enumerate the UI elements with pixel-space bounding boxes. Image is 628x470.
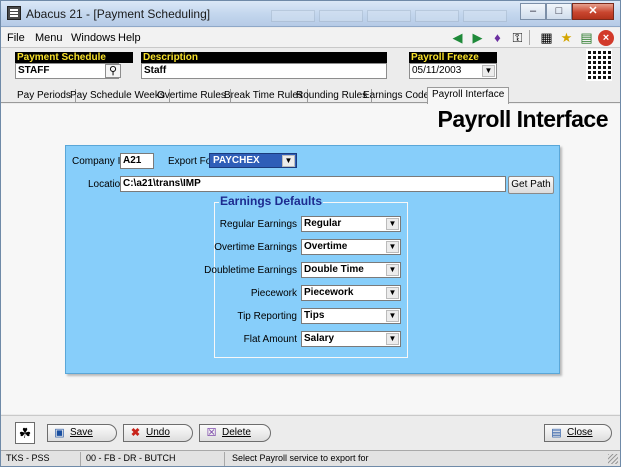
- tip-reporting-value: Tips: [304, 310, 325, 321]
- tab-payroll-interface[interactable]: Payroll Interface: [427, 87, 510, 104]
- flat-amount-value: Salary: [304, 333, 335, 344]
- search-icon[interactable]: ⚲: [105, 64, 121, 78]
- close-button[interactable]: ▤ Close: [544, 424, 612, 442]
- regular-earnings-select[interactable]: Regular ▼: [301, 216, 401, 232]
- menu-bar: File Menu Windows Help ◀ ▶ ♦ ⚿ ▦ ★ ▤ ×: [1, 28, 620, 48]
- company-logo-icon: [586, 49, 612, 81]
- overtime-earnings-select[interactable]: Overtime ▼: [301, 239, 401, 255]
- page-title: Payroll Interface: [437, 106, 609, 132]
- regular-earnings-label: Regular Earnings: [219, 219, 297, 230]
- tab-strip: Pay Periods Pay Schedule Weeks Overtime …: [1, 87, 620, 104]
- menu-windows[interactable]: Windows: [71, 32, 116, 44]
- chevron-down-icon[interactable]: ▼: [386, 218, 399, 230]
- overtime-earnings-value: Overtime: [304, 241, 348, 252]
- doubletime-earnings-label: Doubletime Earnings: [204, 265, 297, 276]
- status-user: 00 - FB - DR - BUTCH: [83, 452, 225, 466]
- overtime-earnings-label: Overtime Earnings: [214, 242, 297, 253]
- chevron-down-icon[interactable]: ▼: [386, 287, 399, 299]
- status-bar: TKS - PSS 00 - FB - DR - BUTCH Select Pa…: [1, 450, 620, 466]
- schedule-code-label: Payment Schedule Code: [15, 52, 133, 74]
- toolbar: ◀ ▶ ♦ ⚿ ▦ ★ ▤ ×: [449, 29, 614, 46]
- resize-grip[interactable]: [608, 454, 618, 464]
- freeze-date-value: 05/11/2003: [412, 65, 462, 76]
- menu-menu[interactable]: Menu: [35, 32, 63, 44]
- undo-button[interactable]: ✖ Undo: [123, 424, 193, 442]
- piecework-select[interactable]: Piecework ▼: [301, 285, 401, 301]
- save-label: Save: [70, 427, 93, 438]
- save-icon: ▣: [54, 427, 65, 439]
- undo-label: Undo: [146, 427, 170, 438]
- runner-icon[interactable]: ★: [558, 29, 575, 46]
- books-icon[interactable]: ♦: [489, 29, 506, 46]
- navigator-icon[interactable]: ☘: [15, 422, 35, 444]
- tip-reporting-label: Tip Reporting: [237, 311, 297, 322]
- status-app: TKS - PSS: [3, 452, 81, 466]
- chevron-down-icon[interactable]: ▼: [386, 333, 399, 345]
- schedule-header: Payment Schedule Code STAFF ⚲ Descriptio…: [1, 49, 620, 85]
- export-for-select[interactable]: PAYCHEX ▼: [209, 153, 297, 168]
- title-bar: Abacus 21 - [Payment Scheduling] – □ ✕: [1, 1, 620, 27]
- chevron-down-icon[interactable]: ▼: [386, 310, 399, 322]
- action-bar: ☘ ▣ Save ✖ Undo ☒ Delete ▤ Close: [1, 415, 620, 449]
- payroll-interface-panel: Company ID A21 Export For PAYCHEX ▼ Loca…: [65, 145, 560, 374]
- background-taskbar-tabs: [271, 10, 507, 22]
- tab-content: Payroll Interface Company ID A21 Export …: [1, 104, 620, 414]
- close-window-button[interactable]: ✕: [572, 3, 614, 20]
- key-icon[interactable]: ⚿: [509, 29, 526, 46]
- piecework-label: Piecework: [250, 288, 297, 299]
- flat-amount-select[interactable]: Salary ▼: [301, 331, 401, 347]
- freeze-date-field[interactable]: 05/11/2003 ▼: [409, 63, 497, 79]
- chevron-down-icon[interactable]: ▼: [386, 264, 399, 276]
- menu-file[interactable]: File: [7, 32, 25, 44]
- delete-icon: ☒: [206, 427, 217, 439]
- company-id-field[interactable]: A21: [120, 153, 154, 169]
- delete-button[interactable]: ☒ Delete: [199, 424, 271, 442]
- undo-icon: ✖: [130, 427, 141, 439]
- export-for-label: Export For: [168, 156, 215, 167]
- schedule-code-field[interactable]: STAFF: [15, 63, 119, 79]
- tip-reporting-select[interactable]: Tips ▼: [301, 308, 401, 324]
- chevron-down-icon[interactable]: ▼: [482, 65, 495, 77]
- doubletime-earnings-select[interactable]: Double Time ▼: [301, 262, 401, 278]
- stop-icon[interactable]: ×: [598, 30, 614, 46]
- maximize-button[interactable]: □: [546, 3, 572, 20]
- flat-amount-label: Flat Amount: [243, 334, 297, 345]
- description-label: Description: [141, 52, 387, 63]
- status-message: Select Payroll service to export for: [232, 453, 369, 463]
- regular-earnings-value: Regular: [304, 218, 342, 229]
- doubletime-earnings-value: Double Time: [304, 264, 364, 275]
- app-icon: [7, 6, 21, 20]
- delete-label: Delete: [222, 427, 251, 438]
- app-window: Abacus 21 - [Payment Scheduling] – □ ✕ F…: [0, 0, 621, 467]
- calculator-icon[interactable]: ▦: [538, 29, 555, 46]
- save-button[interactable]: ▣ Save: [47, 424, 117, 442]
- menu-help[interactable]: Help: [118, 32, 141, 44]
- freeze-date-label: Payroll Freeze Date: [409, 52, 497, 74]
- description-field[interactable]: Staff: [141, 63, 387, 79]
- window-controls: – □ ✕: [520, 3, 614, 20]
- chevron-down-icon[interactable]: ▼: [282, 155, 295, 167]
- window-title: Abacus 21 - [Payment Scheduling]: [26, 7, 211, 21]
- forward-arrow-icon[interactable]: ▶: [469, 29, 486, 46]
- earnings-defaults-group: Earnings Defaults Regular Earnings Regul…: [204, 194, 408, 358]
- back-arrow-icon[interactable]: ◀: [449, 29, 466, 46]
- get-path-button[interactable]: Get Path: [508, 176, 554, 194]
- chevron-down-icon[interactable]: ▼: [386, 241, 399, 253]
- export-for-value: PAYCHEX: [213, 155, 260, 166]
- piecework-value: Piecework: [304, 287, 354, 298]
- close-label: Close: [567, 427, 593, 438]
- location-field[interactable]: C:\a21\trans\IMP: [120, 176, 506, 192]
- close-door-icon: ▤: [551, 427, 562, 439]
- earnings-defaults-title: Earnings Defaults: [219, 194, 324, 208]
- exit-door-icon[interactable]: ▤: [578, 29, 595, 46]
- minimize-button[interactable]: –: [520, 3, 546, 20]
